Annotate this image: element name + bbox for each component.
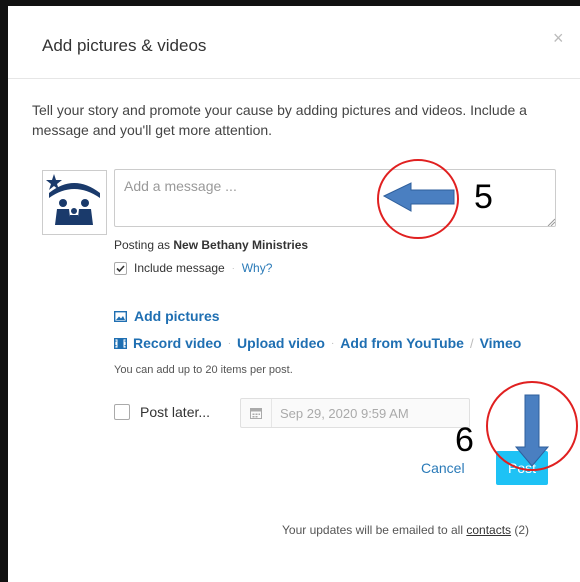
cancel-button[interactable]: Cancel [421, 460, 465, 476]
vimeo-link[interactable]: Vimeo [480, 335, 522, 351]
contacts-count: (2) [511, 523, 530, 537]
posting-as: Posting as New Bethany Ministries [114, 238, 308, 252]
close-icon[interactable]: × [553, 28, 564, 49]
slash-separator: / [469, 335, 474, 351]
annotation-step-6: 6 [455, 421, 474, 459]
include-message-row: Include message · Why? [114, 261, 272, 275]
film-icon [114, 337, 127, 349]
schedule-date-value: Sep 29, 2020 9:59 AM [280, 405, 409, 421]
resize-handle-icon[interactable] [547, 218, 555, 226]
dialog-title: Add pictures & videos [42, 36, 207, 55]
add-from-youtube-link[interactable]: Add from YouTube [340, 335, 464, 351]
calendar-icon [241, 399, 272, 427]
separator-dot: · [227, 337, 232, 349]
dialog-header: Add pictures & videos × [8, 6, 580, 79]
organization-logo [42, 170, 107, 235]
posting-as-prefix: Posting as [114, 238, 174, 252]
post-later-checkbox[interactable] [114, 404, 130, 420]
include-message-checkbox[interactable] [114, 261, 127, 275]
post-later-row: Post later... [114, 404, 210, 420]
post-button[interactable]: Post [496, 451, 548, 485]
check-icon [116, 264, 125, 272]
add-pictures-link[interactable]: Add pictures [134, 308, 220, 324]
why-link[interactable]: Why? [242, 261, 273, 275]
picture-icon [114, 310, 127, 322]
add-pictures-row: Add pictures [114, 308, 220, 324]
include-message-label: Include message [134, 261, 225, 275]
upload-video-link[interactable]: Upload video [237, 335, 325, 351]
add-media-dialog: Add pictures & videos × [8, 6, 580, 582]
item-limit-hint: You can add up to 20 items per post. [114, 364, 293, 376]
intro-text: Tell your story and promote your cause b… [32, 102, 527, 138]
post-later-label: Post later... [140, 404, 211, 420]
separator-dot: · [330, 337, 335, 349]
email-notice-text: Your updates will be emailed to all [282, 523, 467, 537]
record-video-link[interactable]: Record video [133, 335, 222, 351]
video-links-row: Record video · Upload video · Add from Y… [114, 335, 521, 351]
schedule-date-field[interactable]: Sep 29, 2020 9:59 AM [240, 398, 470, 428]
contacts-link[interactable]: contacts [466, 523, 511, 537]
annotation-step-5: 5 [474, 178, 493, 216]
email-notice: Your updates will be emailed to all cont… [282, 523, 529, 537]
separator-dot: · [231, 263, 235, 273]
posting-as-name: New Bethany Ministries [173, 238, 309, 252]
window-frame-left [0, 0, 8, 582]
